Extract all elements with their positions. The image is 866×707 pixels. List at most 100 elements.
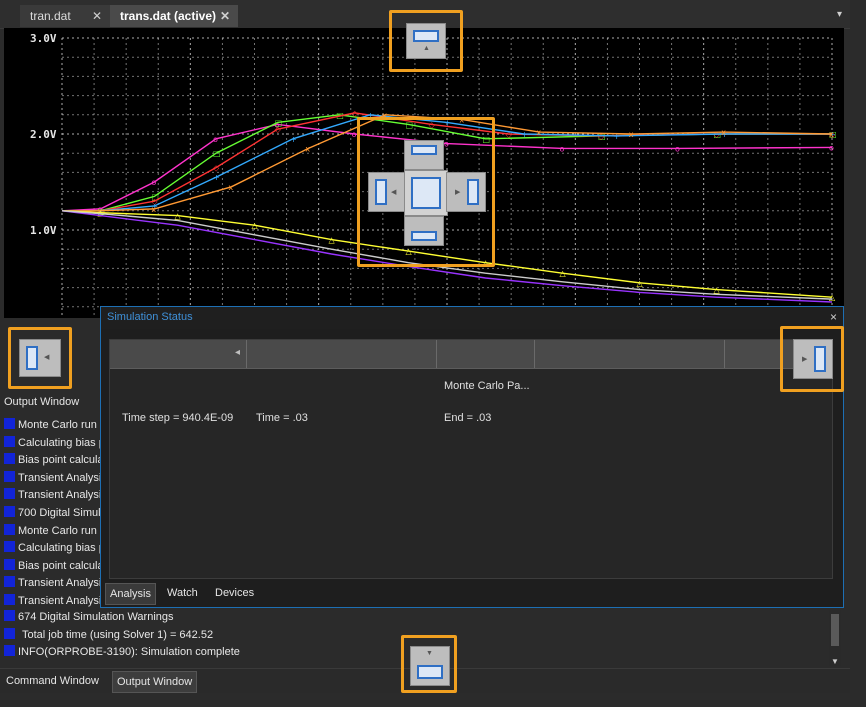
tab-label: tran.dat [30,9,71,23]
output-scrollbar[interactable]: ▼ [829,610,841,666]
close-icon[interactable]: ✕ [220,5,230,27]
message-icon [4,418,15,429]
series-marker: x [151,205,156,214]
dock-top-icon: ▲ [406,23,446,59]
list-item: 674 Digital Simulation Warnings [4,610,824,628]
log-text: Transient Analysi [18,471,102,484]
dock-center-guide[interactable]: ◀ ▶ [357,117,495,267]
log-text: Calculating bias p [18,436,105,449]
column-header[interactable] [534,340,725,368]
dock-right-guide[interactable]: ▶ [780,326,844,392]
list-item: Transient Analysi [4,488,102,506]
series-marker: □ [213,149,221,158]
message-icon [4,645,15,657]
dock-left-icon: ◀ [19,339,61,377]
series-marker: x [721,128,726,137]
list-item: Monte Carlo run [4,523,100,542]
panel-title-bar[interactable]: Simulation Status × [101,307,843,329]
tab-devices[interactable]: Devices [211,583,258,603]
monte-carlo-header: Monte Carlo Pa... [444,380,530,392]
dock-center-right-icon[interactable]: ▶ [446,172,486,212]
close-icon[interactable]: ✕ [92,5,102,27]
time-step-value: Time step = 940.4E-09 [122,412,234,424]
message-icon [4,470,15,482]
chevron-down-icon[interactable]: ▾ [837,9,842,20]
dock-center-top-icon[interactable] [404,140,444,170]
series-marker: △ [829,293,836,302]
dock-bottom-icon: ▼ [410,646,450,686]
y-tick-label: 1.0V [30,224,57,237]
series-marker: △ [175,212,182,221]
list-item: Calculating bias p [4,435,105,454]
column-header-row: ◂ [110,340,832,369]
output-log-list: Monte Carlo run 9 Calculating bias p Bias … [4,418,148,612]
message-icon [4,453,15,465]
time-value: Time = .03 [256,412,308,424]
log-text: Calculating bias p [18,542,105,555]
log-text: Monte Carlo run [18,524,97,537]
message-icon [4,610,15,621]
end-value: End = .03 [444,412,492,424]
log-text: 700 Digital Simula [18,506,107,519]
series-marker: x [629,130,634,139]
log-text: Transient Analysi [18,489,102,502]
column-header[interactable] [436,340,535,368]
output-window-label: Output Window [4,396,80,408]
dock-center-icon[interactable] [404,170,448,216]
tab-tran-dat[interactable]: tran.dat ✕ [20,5,110,27]
series-marker: x [829,130,834,139]
series-marker: + [290,135,297,144]
tab-command-window[interactable]: Command Window [2,671,103,691]
list-item: Transient Analysi [4,470,102,489]
y-tick-label: 3.0V [30,32,57,45]
message-icon [4,576,15,588]
message-icon [4,593,15,605]
series-marker: + [521,130,528,139]
series-marker: + [213,173,220,182]
series-marker: △ [637,279,644,288]
tab-analysis[interactable]: Analysis [105,583,156,605]
column-header[interactable]: ◂ [110,340,247,368]
dock-center-left-icon[interactable]: ◀ [368,172,408,212]
tab-trans-dat-active[interactable]: trans.dat (active) ✕ [110,5,238,27]
tab-output-window[interactable]: Output Window [112,671,198,693]
list-item: Monte Carlo run 9 [4,418,106,436]
message-icon [4,541,15,553]
y-tick-label: 2.0V [30,128,57,141]
series-marker: ◇ [213,164,220,173]
tab-watch[interactable]: Watch [163,583,202,603]
series-marker: o [213,135,218,144]
message-icon [4,627,15,639]
log-text: Bias point calcula [18,454,104,467]
series-marker: △ [329,236,336,245]
chevron-down-icon[interactable]: ▼ [831,657,839,666]
dock-center-bottom-icon[interactable] [404,216,444,246]
list-item: Transient Analysi [4,576,102,594]
scrollbar-thumb[interactable] [831,614,839,646]
list-item: Bias point calcula [4,453,104,471]
analysis-content: ◂ Monte Carlo Pa... Time step = 940.4E-0… [109,339,833,579]
column-header[interactable] [246,340,437,368]
list-item: 700 Digital Simula [4,505,107,524]
series-marker: ◇ [275,125,282,134]
log-text: Bias point calcula [18,559,104,572]
series-marker: x [305,144,310,153]
series-marker: △ [560,269,567,278]
series-marker: o [560,144,565,153]
dock-bottom-guide[interactable]: ▼ [401,635,457,693]
sort-arrow-icon: ◂ [234,347,240,358]
dock-left-guide[interactable]: ◀ [8,327,72,389]
dock-top-guide[interactable]: ▲ [389,10,463,72]
log-text: Transient Analysi [18,577,102,590]
message-icon [4,505,15,517]
series-marker: o [829,143,834,152]
panel-title: Simulation Status [107,311,193,323]
list-item: Bias point calcula [4,558,104,577]
series-marker: o [151,178,156,187]
close-icon[interactable]: × [830,310,837,324]
series-marker: △ [714,286,721,295]
series-marker: △ [252,221,259,230]
series-marker: o [352,130,357,139]
simulation-status-panel[interactable]: Simulation Status × ◂ Monte Carlo Pa... … [100,306,844,608]
message-icon [4,435,15,447]
